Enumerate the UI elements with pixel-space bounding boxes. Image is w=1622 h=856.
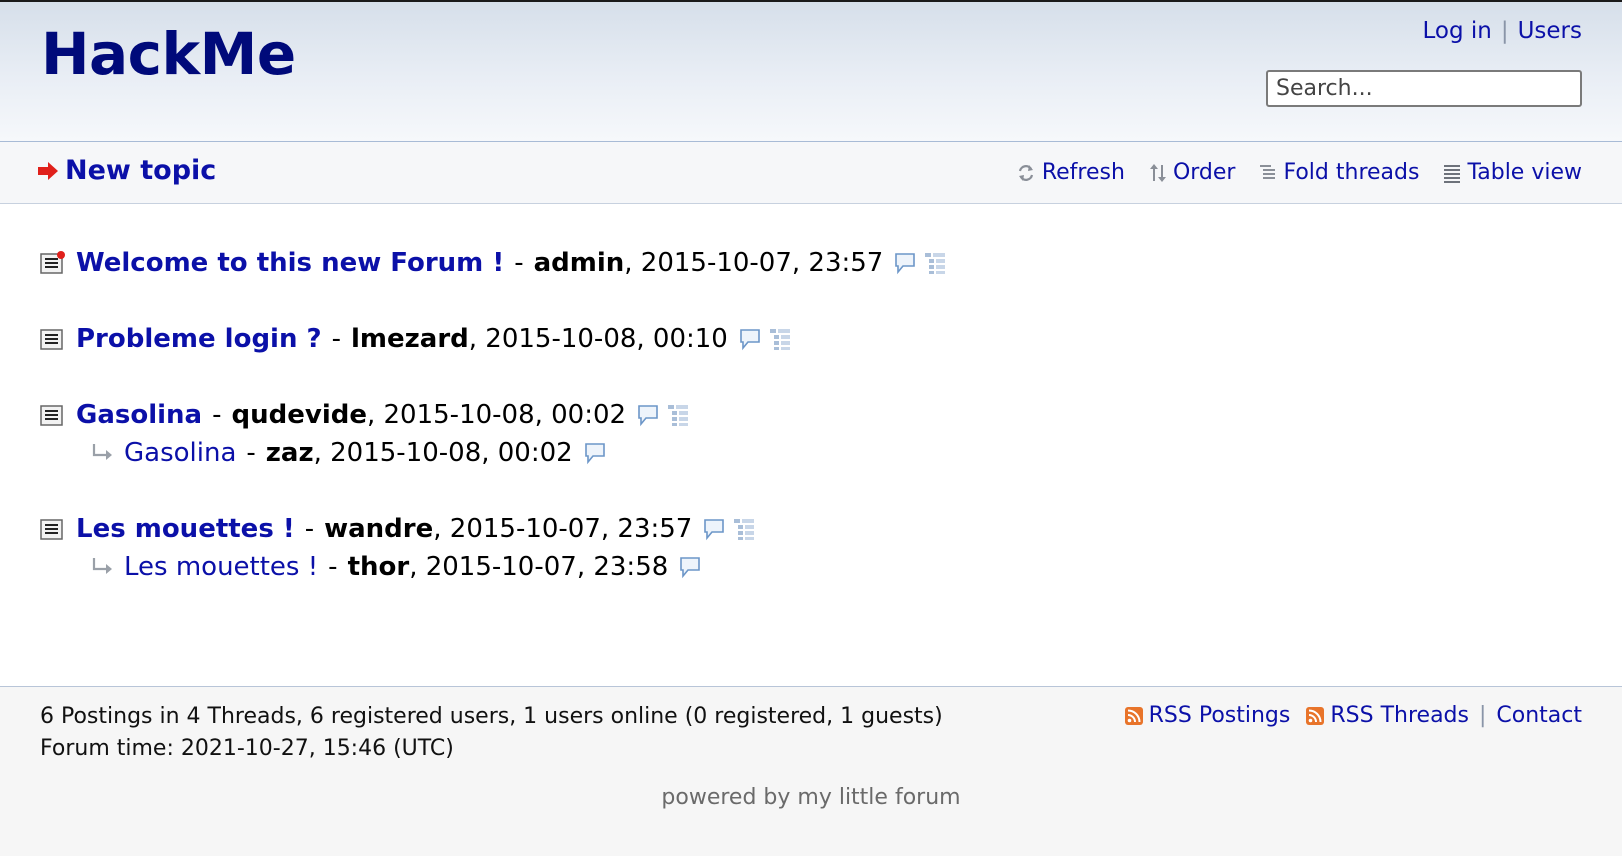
- speech-bubble-icon[interactable]: [636, 403, 660, 427]
- contact-link[interactable]: Contact: [1496, 703, 1582, 728]
- reply-arrow-icon: [90, 442, 114, 464]
- dash: -: [328, 552, 338, 582]
- thread-tree-icon[interactable]: [666, 403, 690, 427]
- thread-date: 2015-10-08, 00:10: [485, 324, 728, 354]
- refresh-icon: [1018, 164, 1033, 181]
- thread-row: Welcome to this new Forum ! - admin, 201…: [40, 244, 1580, 282]
- red-arrow-icon: [38, 161, 58, 180]
- reply-title-link[interactable]: Les mouettes !: [124, 552, 318, 582]
- order-link[interactable]: Order: [1149, 160, 1236, 185]
- speech-bubble-icon[interactable]: [678, 555, 702, 579]
- speech-bubble-icon[interactable]: [893, 251, 917, 275]
- powered-by[interactable]: powered by my little forum: [0, 785, 1622, 810]
- fold-threads-link[interactable]: Fold threads: [1259, 160, 1419, 185]
- thread-row: Gasolina - qudevide, 2015-10-08, 00:02: [40, 396, 1580, 434]
- reply-author: thor: [347, 552, 410, 582]
- rss-postings-label: RSS Postings: [1148, 703, 1291, 728]
- thread-tree-icon[interactable]: [732, 517, 756, 541]
- reply-date: 2015-10-08, 00:02: [330, 438, 573, 468]
- reply-title-link[interactable]: Gasolina: [124, 438, 236, 468]
- dash: -: [246, 438, 256, 468]
- refresh-link[interactable]: Refresh: [1016, 160, 1125, 185]
- comma: ,: [313, 438, 331, 468]
- table-view-label: Table view: [1467, 160, 1582, 185]
- dash: -: [514, 248, 524, 278]
- thread-row: Probleme login ? - lmezard, 2015-10-08, …: [40, 320, 1580, 358]
- forum-stats: 6 Postings in 4 Threads, 6 registered us…: [40, 701, 943, 765]
- separator: |: [1478, 703, 1487, 728]
- reply-date: 2015-10-07, 23:58: [425, 552, 669, 582]
- view-options: Refresh Order Fold threads Table view: [1016, 160, 1582, 185]
- forum-time: Forum time: 2021-10-27, 15:46 (UTC): [40, 736, 454, 761]
- dash: -: [304, 514, 315, 544]
- comma: ,: [468, 324, 486, 354]
- thread-tree-icon[interactable]: [768, 327, 792, 351]
- thread-document-icon: [40, 251, 66, 275]
- login-link[interactable]: Log in: [1422, 18, 1491, 44]
- thread: Les mouettes ! - wandre, 2015-10-07, 23:…: [40, 510, 1580, 586]
- thread-author: lmezard: [351, 324, 469, 354]
- comma: ,: [433, 514, 450, 544]
- user-nav: Log in | Users: [1422, 18, 1582, 44]
- thread-date: 2015-10-07, 23:57: [640, 248, 884, 278]
- dash: -: [331, 324, 342, 354]
- reply-row: Gasolina - zaz, 2015-10-08, 00:02: [40, 434, 1580, 472]
- fold-threads-icon: [1260, 164, 1276, 179]
- new-topic-button[interactable]: New topic: [38, 155, 216, 186]
- stats-line: 6 Postings in 4 Threads, 6 registered us…: [40, 704, 943, 729]
- forum-logo[interactable]: HackMe: [41, 20, 296, 88]
- thread-date: 2015-10-08, 00:02: [383, 400, 627, 430]
- thread-author: admin: [533, 248, 625, 278]
- speech-bubble-icon[interactable]: [738, 327, 762, 351]
- thread-title-link[interactable]: Les mouettes !: [76, 514, 295, 544]
- fold-threads-label: Fold threads: [1283, 160, 1420, 185]
- order-label: Order: [1172, 160, 1236, 185]
- comma: ,: [624, 248, 641, 278]
- new-topic-label: New topic: [65, 155, 217, 186]
- thread-list: Welcome to this new Forum ! - admin, 201…: [40, 244, 1580, 624]
- thread-author: qudevide: [231, 400, 367, 430]
- subnav-bar: New topic Refresh Order Fold threads Tab…: [0, 142, 1622, 204]
- thread-date: 2015-10-07, 23:57: [449, 514, 693, 544]
- reply-arrow-icon: [90, 556, 114, 578]
- table-view-icon: [1444, 164, 1461, 183]
- rss-threads-link[interactable]: RSS Threads: [1306, 703, 1469, 728]
- refresh-label: Refresh: [1041, 160, 1125, 185]
- dash: -: [212, 400, 222, 430]
- footer: 6 Postings in 4 Threads, 6 registered us…: [0, 686, 1622, 856]
- thread-title-link[interactable]: Gasolina: [76, 400, 202, 430]
- rss-postings-link[interactable]: RSS Postings: [1124, 703, 1291, 728]
- thread-document-icon: [40, 403, 66, 427]
- comma: ,: [409, 552, 426, 582]
- thread-title-link[interactable]: Probleme login ?: [76, 324, 322, 354]
- rss-icon: [1306, 706, 1325, 725]
- speech-bubble-icon[interactable]: [583, 441, 607, 465]
- footer-links: RSS Postings RSS Threads | Contact: [1124, 703, 1582, 728]
- thread: Gasolina - qudevide, 2015-10-08, 00:02 G…: [40, 396, 1580, 472]
- thread-document-icon: [40, 327, 66, 351]
- new-indicator-dot: [57, 251, 65, 259]
- speech-bubble-icon[interactable]: [702, 517, 726, 541]
- rss-threads-label: RSS Threads: [1330, 703, 1469, 728]
- table-view-link[interactable]: Table view: [1443, 160, 1582, 185]
- thread-author: wandre: [324, 514, 434, 544]
- thread-title-link[interactable]: Welcome to this new Forum !: [76, 248, 504, 278]
- thread: Probleme login ? - lmezard, 2015-10-08, …: [40, 320, 1580, 358]
- rss-icon: [1124, 706, 1143, 725]
- thread: Welcome to this new Forum ! - admin, 201…: [40, 244, 1580, 282]
- reply-row: Les mouettes ! - thor, 2015-10-07, 23:58: [40, 548, 1580, 586]
- order-icon: [1149, 163, 1166, 182]
- comma: ,: [366, 400, 384, 430]
- reply-author: zaz: [265, 438, 314, 468]
- thread-row: Les mouettes ! - wandre, 2015-10-07, 23:…: [40, 510, 1580, 548]
- header: HackMe Log in | Users: [0, 0, 1622, 142]
- separator: |: [1500, 18, 1509, 44]
- search-input[interactable]: [1266, 70, 1582, 107]
- thread-tree-icon[interactable]: [923, 251, 947, 275]
- users-link[interactable]: Users: [1518, 18, 1582, 44]
- thread-document-icon: [40, 517, 66, 541]
